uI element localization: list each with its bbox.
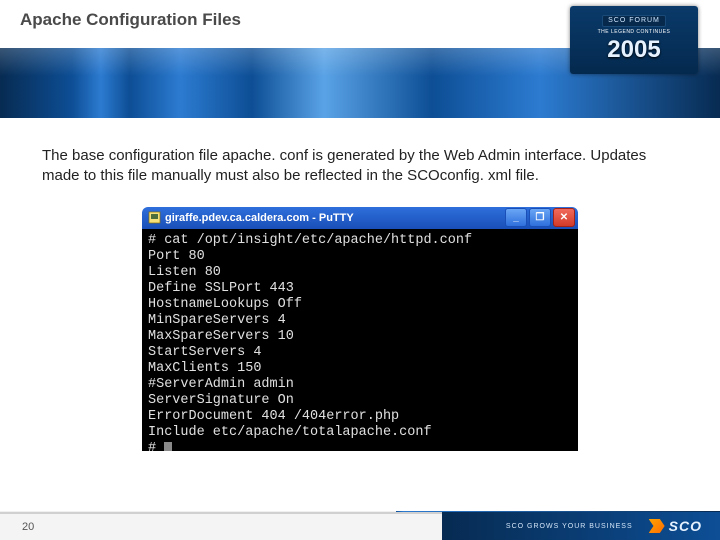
window-title: giraffe.pdev.ca.caldera.com - PuTTY — [165, 212, 505, 224]
sco-logo-text: SCO — [669, 518, 702, 534]
sco-logo: SCO — [649, 518, 702, 534]
window-titlebar[interactable]: giraffe.pdev.ca.caldera.com - PuTTY _ ❐ … — [142, 207, 578, 229]
maximize-button[interactable]: ❐ — [529, 208, 551, 227]
sco-logo-icon — [649, 519, 665, 533]
forum-legend: THE LEGEND CONTINUES — [598, 29, 671, 35]
slide-body-text: The base configuration file apache. conf… — [0, 118, 720, 199]
footer-brand-area: SCO GROWS YOUR BUSINESS SCO — [442, 512, 720, 540]
window-buttons: _ ❐ ✕ — [505, 208, 575, 227]
putty-icon — [148, 211, 161, 224]
terminal-window: giraffe.pdev.ca.caldera.com - PuTTY _ ❐ … — [142, 207, 578, 451]
terminal-cursor — [164, 442, 172, 451]
forum-tag: SCO FORUM — [602, 15, 666, 27]
close-button[interactable]: ✕ — [553, 208, 575, 227]
footer-tagline: SCO GROWS YOUR BUSINESS — [506, 523, 633, 530]
forum-badge: SCO FORUM THE LEGEND CONTINUES 2005 — [570, 6, 698, 74]
slide-title: Apache Configuration Files — [20, 10, 241, 30]
minimize-button[interactable]: _ — [505, 208, 527, 227]
page-number: 20 — [0, 512, 442, 540]
forum-year: 2005 — [607, 36, 660, 65]
terminal-output: # cat /opt/insight/etc/apache/httpd.conf… — [142, 229, 578, 451]
footer: 20 SCO GROWS YOUR BUSINESS SCO — [0, 512, 720, 540]
